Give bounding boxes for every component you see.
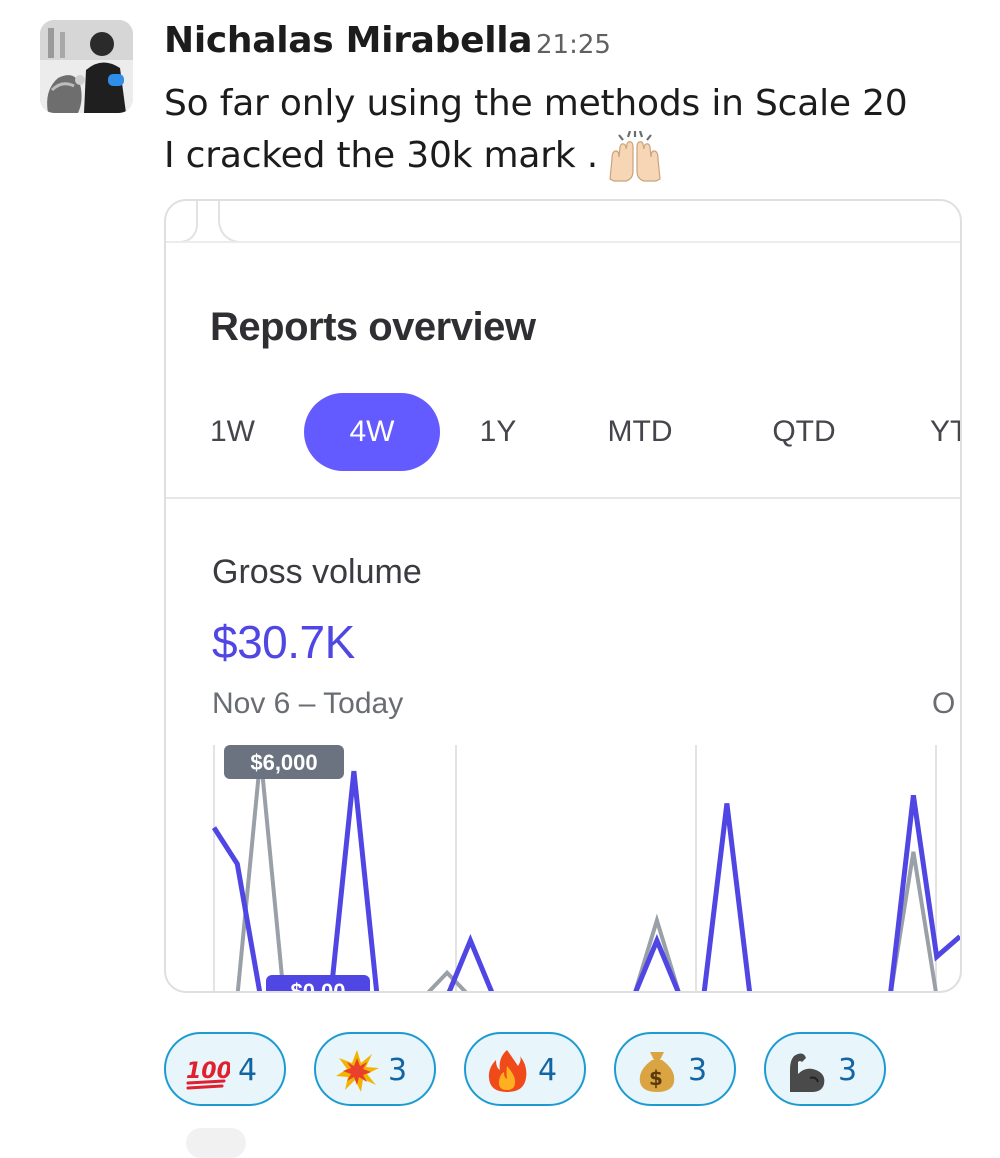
attached-image[interactable]: Reports overview 1W 4W 1Y MTD QTD YT Gro… xyxy=(164,199,962,993)
tab-4w: 4W xyxy=(304,393,440,471)
avatar[interactable] xyxy=(40,20,133,113)
chart-tooltip-max-label: $6,000 xyxy=(250,750,317,775)
money-bag-icon: $ xyxy=(639,1052,675,1092)
reaction-count: 3 xyxy=(688,1053,708,1088)
message-line-2-text: I cracked the 30k mark . xyxy=(164,135,599,176)
reaction-fire[interactable]: 4 xyxy=(464,1032,586,1106)
tab-1y: 1Y xyxy=(479,415,517,448)
message-body: So far only using the methods in Scale 2… xyxy=(164,78,908,183)
series-current-line xyxy=(211,770,960,991)
tabs-divider xyxy=(166,497,960,499)
reaction-hundred-points[interactable]: 100 4 xyxy=(164,1032,286,1106)
reaction-count: 4 xyxy=(238,1053,258,1088)
gross-volume-chart: $6,000 $0.00 xyxy=(211,745,960,991)
tab-1w: 1W xyxy=(210,415,255,448)
gross-volume-label: Gross volume xyxy=(212,553,422,591)
tab-ytd: YT xyxy=(930,415,960,448)
series-previous-line xyxy=(235,754,938,991)
image-top-edge-decoration xyxy=(166,201,198,243)
message-author[interactable]: Nichalas Mirabella xyxy=(164,20,533,61)
reports-overview-title: Reports overview xyxy=(210,305,536,349)
reaction-money-bag[interactable]: $ 3 xyxy=(614,1032,736,1106)
message-timestamp[interactable]: 21:25 xyxy=(536,30,611,60)
raised-hands-icon xyxy=(609,131,661,182)
chart-tooltip-max: $6,000 xyxy=(224,745,344,779)
next-message-stub xyxy=(186,1128,246,1158)
gross-volume-date-range: Nov 6 – Today xyxy=(212,687,404,720)
message-line-1: So far only using the methods in Scale 2… xyxy=(164,83,908,124)
image-top-divider xyxy=(166,241,960,243)
tab-qtd: QTD xyxy=(772,415,836,448)
reaction-flexed-biceps[interactable]: 3 xyxy=(764,1032,886,1106)
gross-volume-value: $30.7K xyxy=(212,616,355,668)
reaction-collision[interactable]: 3 xyxy=(314,1032,436,1106)
fire-icon xyxy=(488,1050,527,1092)
reaction-count: 3 xyxy=(838,1053,858,1088)
svg-text:$: $ xyxy=(649,1066,663,1090)
comparison-label-cut: O xyxy=(932,687,956,720)
reaction-count: 3 xyxy=(388,1053,408,1088)
hundred-points-icon: 100 xyxy=(186,1059,230,1090)
tab-mtd: MTD xyxy=(607,415,673,448)
reaction-count: 4 xyxy=(538,1053,558,1088)
avatar-photo xyxy=(40,20,133,113)
message-line-2: I cracked the 30k mark . xyxy=(164,130,908,183)
image-top-edge-decoration xyxy=(218,201,280,243)
chart-tooltip-min-label: $0.00 xyxy=(290,979,345,991)
collision-icon xyxy=(336,1050,379,1092)
chart-tooltip-min: $0.00 xyxy=(266,975,370,991)
flexed-biceps-icon xyxy=(790,1053,825,1092)
